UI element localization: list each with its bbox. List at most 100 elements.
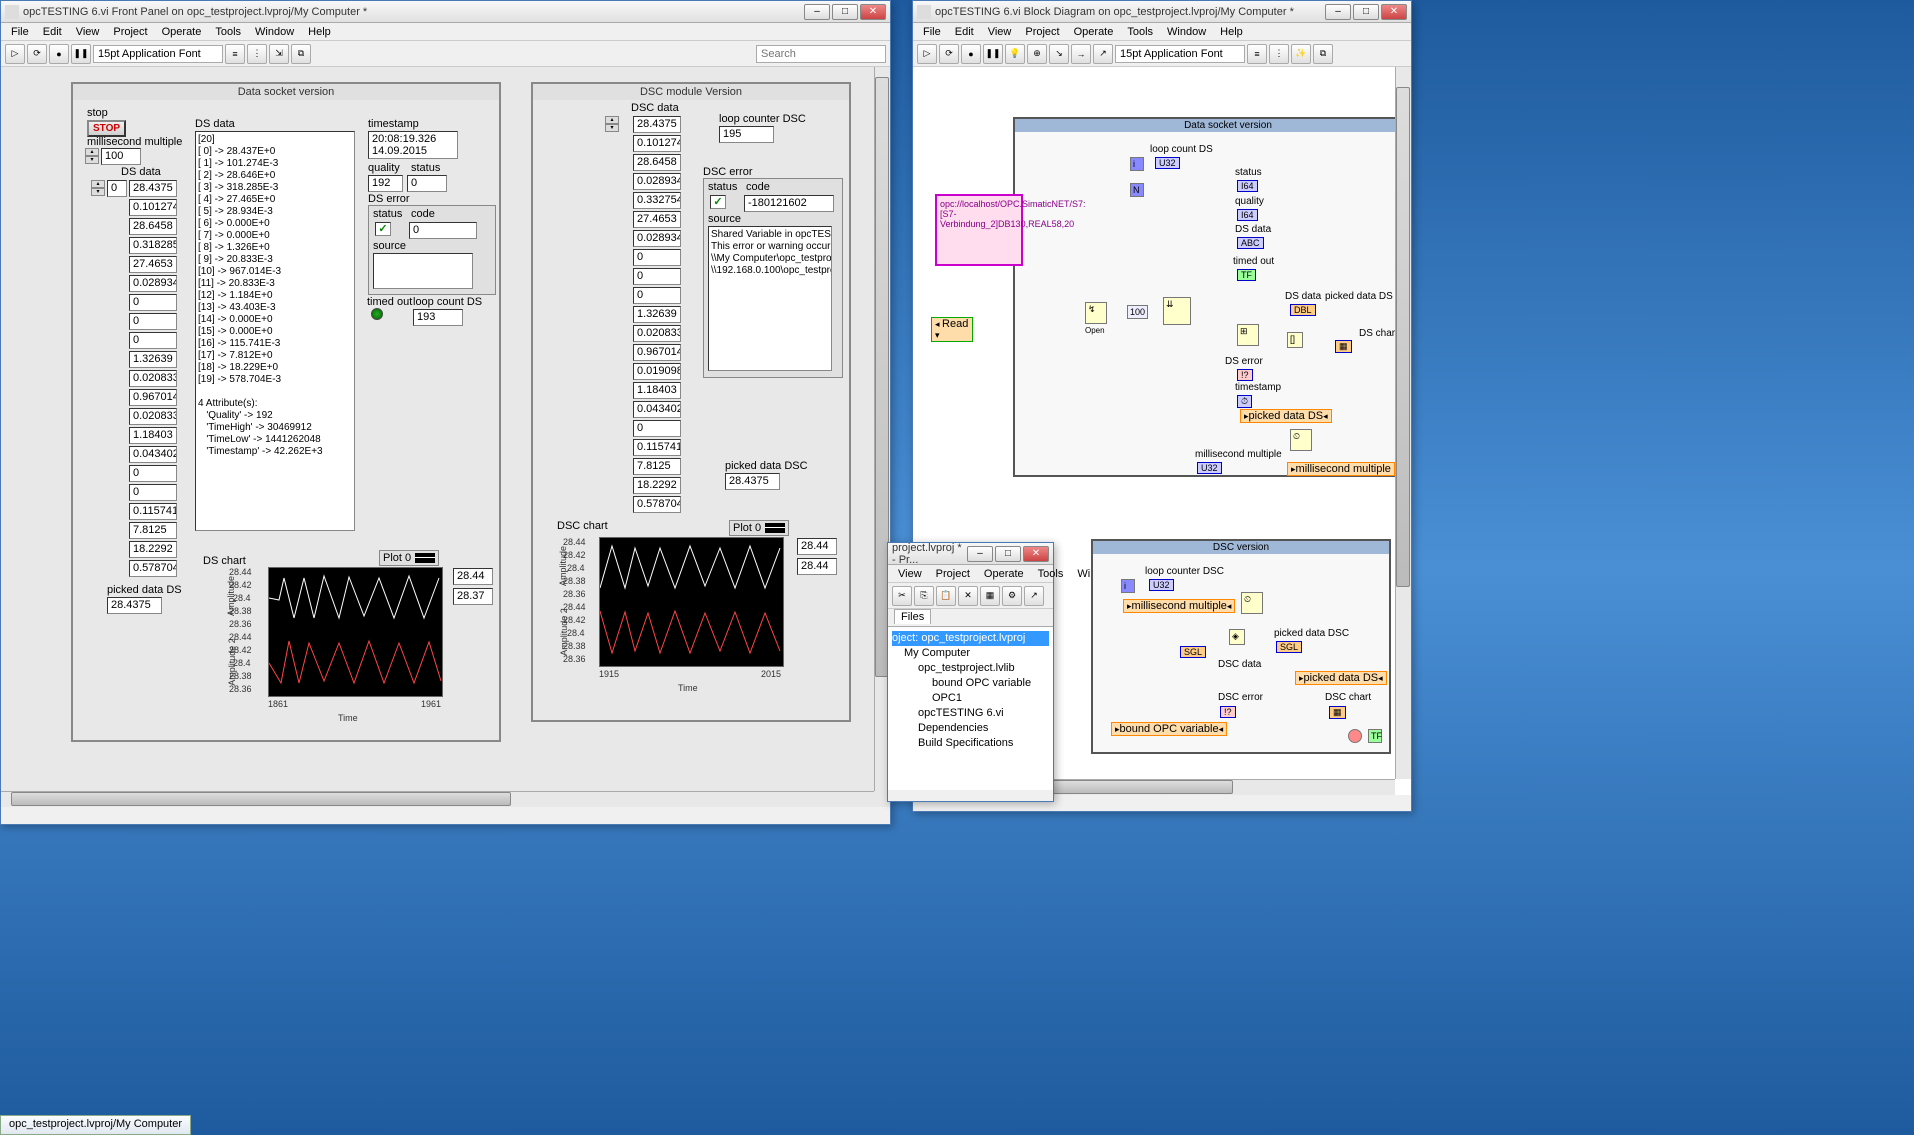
dsc-data-cell[interactable]: 28.6458 (633, 154, 681, 171)
bd-quality-term[interactable]: I64 (1237, 209, 1258, 221)
proj-delete-button[interactable]: ✕ (958, 586, 978, 606)
dsc-loop-stop-terminal[interactable] (1348, 729, 1362, 743)
dsc-data-cell[interactable]: 0.019098 (633, 363, 681, 380)
bd-dsc-error-term[interactable]: !? (1220, 706, 1236, 718)
tree-vi[interactable]: opcTESTING 6.vi (892, 706, 1049, 721)
bd-distribute-button[interactable]: ⋮ (1269, 44, 1289, 64)
bd-dsc-chart-term[interactable]: ▦ (1329, 706, 1346, 719)
proj-close-button[interactable]: ✕ (1023, 546, 1049, 562)
bd-loop-count-term[interactable]: U32 (1155, 157, 1180, 169)
bd-font-select[interactable] (1115, 45, 1245, 63)
align-button[interactable]: ≡ (225, 44, 245, 64)
ds-data-cell[interactable]: 0.578704 (129, 560, 177, 577)
menu-help[interactable]: Help (302, 24, 337, 40)
menu-file[interactable]: File (5, 24, 35, 40)
minimize-button[interactable]: – (804, 4, 830, 20)
bd-menu-help[interactable]: Help (1214, 24, 1249, 40)
bd-pause-button[interactable]: ❚❚ (983, 44, 1003, 64)
dsc-data-cell[interactable]: 0.028934 (633, 173, 681, 190)
proj-minimize-button[interactable]: – (967, 546, 993, 562)
proj-menu-project[interactable]: Project (930, 566, 976, 582)
ds-open-node[interactable]: ↯ (1085, 302, 1107, 324)
dsc-data-cell[interactable]: 1.18403 (633, 382, 681, 399)
variant-node[interactable]: ⊞ (1237, 324, 1259, 346)
bd-minimize-button[interactable]: – (1325, 4, 1351, 20)
bd-ds-while-loop[interactable]: Data socket version opc://localhost/OPC.… (1013, 117, 1411, 477)
bd-run-button[interactable]: ▷ (917, 44, 937, 64)
ds-data-cell[interactable]: 18.2292 (129, 541, 177, 558)
run-continuous-button[interactable]: ⟳ (27, 44, 47, 64)
opc-url-constant[interactable]: opc://localhost/OPC.SimaticNET/S7:[S7-Ve… (935, 194, 1023, 266)
dsc-err-source[interactable]: Shared Variable in opcTESTING 6.vi<APPEN… (708, 226, 832, 371)
proj-btn3[interactable]: ↗ (1024, 586, 1044, 606)
tree-deps[interactable]: Dependencies (892, 721, 1049, 736)
dsc-data-cell[interactable]: 0.043402 (633, 401, 681, 418)
tree-lvlib[interactable]: opc_testproject.lvlib (892, 661, 1049, 676)
ds-data-cell[interactable]: 0 (129, 294, 177, 311)
ds-data-cell[interactable]: 0.318285 (129, 237, 177, 254)
ds-data-cell[interactable]: 0.967014 (129, 389, 177, 406)
ds-data-cell[interactable]: 27.4653 (129, 256, 177, 273)
menu-edit[interactable]: Edit (37, 24, 68, 40)
run-button[interactable]: ▷ (5, 44, 25, 64)
bd-run-continuous-button[interactable]: ⟳ (939, 44, 959, 64)
ms-spinner[interactable]: ▴▾ (85, 148, 99, 164)
bd-menu-edit[interactable]: Edit (949, 24, 980, 40)
dsc-data-cell[interactable]: 0 (633, 420, 681, 437)
bd-align-button[interactable]: ≡ (1247, 44, 1267, 64)
dsc-data-cell[interactable]: 0 (633, 249, 681, 266)
bd-loop-counter-dsc-term[interactable]: U32 (1149, 579, 1174, 591)
ds-data-cell[interactable]: 0.043402 (129, 446, 177, 463)
bd-ms-local-dsc[interactable]: ▸millisecond multiple◂ (1123, 599, 1235, 613)
ds-err-source[interactable] (373, 253, 473, 289)
bd-ms-local[interactable]: ▸millisecond multiple (1287, 462, 1395, 476)
dsc-data-cell[interactable]: 0.332754 (633, 192, 681, 209)
bd-picked-ds-local-dsc[interactable]: ▸picked data DS◂ (1295, 671, 1387, 685)
project-tree[interactable]: oject: opc_testproject.lvproj My Compute… (888, 627, 1053, 790)
proj-cut-button[interactable]: ✂ (892, 586, 912, 606)
step-out-button[interactable]: ↗ (1093, 44, 1113, 64)
tree-my-computer[interactable]: My Computer (892, 646, 1049, 661)
dsc-data-cell[interactable]: 1.32639 (633, 306, 681, 323)
proj-maximize-button[interactable]: □ (995, 546, 1021, 562)
dsc-data-cell[interactable]: 18.2292 (633, 477, 681, 494)
dsc-data-cell[interactable]: 7.8125 (633, 458, 681, 475)
proj-paste-button[interactable]: 📋 (936, 586, 956, 606)
resize-button[interactable]: ⇲ (269, 44, 289, 64)
ds-raw-text[interactable]: [20] [ 0] -> 28.437E+0 [ 1] -> 101.274E-… (195, 131, 355, 531)
proj-menu-tools[interactable]: Tools (1032, 566, 1070, 582)
abort-button[interactable]: ● (49, 44, 69, 64)
pause-button[interactable]: ❚❚ (71, 44, 91, 64)
dsc-stop-term[interactable]: TF (1368, 729, 1382, 743)
dsc-data-cell[interactable]: 0.967014 (633, 344, 681, 361)
taskbar-item[interactable]: opc_testproject.lvproj/My Computer (0, 1115, 191, 1135)
tree-build[interactable]: Build Specifications (892, 736, 1049, 751)
bd-menu-operate[interactable]: Operate (1068, 24, 1120, 40)
bd-dschart-term[interactable]: ▦ (1335, 340, 1352, 353)
dsc-data-cell[interactable]: 28.4375 (633, 116, 681, 133)
bd-dsdata2-term[interactable]: DBL (1290, 304, 1316, 316)
highlight-exec-button[interactable]: 💡 (1005, 44, 1025, 64)
dsc-loop-i-terminal[interactable]: i (1121, 579, 1135, 593)
dsc-index-spinner[interactable]: ▴▾ (605, 116, 619, 132)
ds-data-cell[interactable]: 0.028934 (129, 275, 177, 292)
dsc-data-cell[interactable]: 27.4653 (633, 211, 681, 228)
tree-opc1[interactable]: OPC1 (892, 691, 1049, 706)
fp-scroll-h[interactable] (1, 791, 874, 807)
ds-chart[interactable] (268, 567, 443, 697)
bd-status-term[interactable]: I64 (1237, 180, 1258, 192)
distribute-button[interactable]: ⋮ (247, 44, 267, 64)
bd-ms-term[interactable]: U32 (1197, 462, 1222, 474)
proj-btn1[interactable]: ▦ (980, 586, 1000, 606)
ds-data-cell[interactable]: 0.020833 (129, 408, 177, 425)
proj-btn2[interactable]: ⚙ (1002, 586, 1022, 606)
proj-copy-button[interactable]: ⎘ (914, 586, 934, 606)
reorder-button[interactable]: ⧉ (291, 44, 311, 64)
font-select[interactable] (93, 45, 223, 63)
dsc-data-cell[interactable]: 0.101274 (633, 135, 681, 152)
bd-dsc-sgl-term[interactable]: SGL (1180, 646, 1206, 658)
bd-read-enum[interactable]: ◂ Read ▾ (931, 317, 973, 342)
proj-menu-wi[interactable]: Wi (1071, 566, 1096, 582)
dsc-data-cell[interactable]: 0.115741 (633, 439, 681, 456)
bd-hundred-const[interactable]: 100 (1127, 305, 1148, 319)
